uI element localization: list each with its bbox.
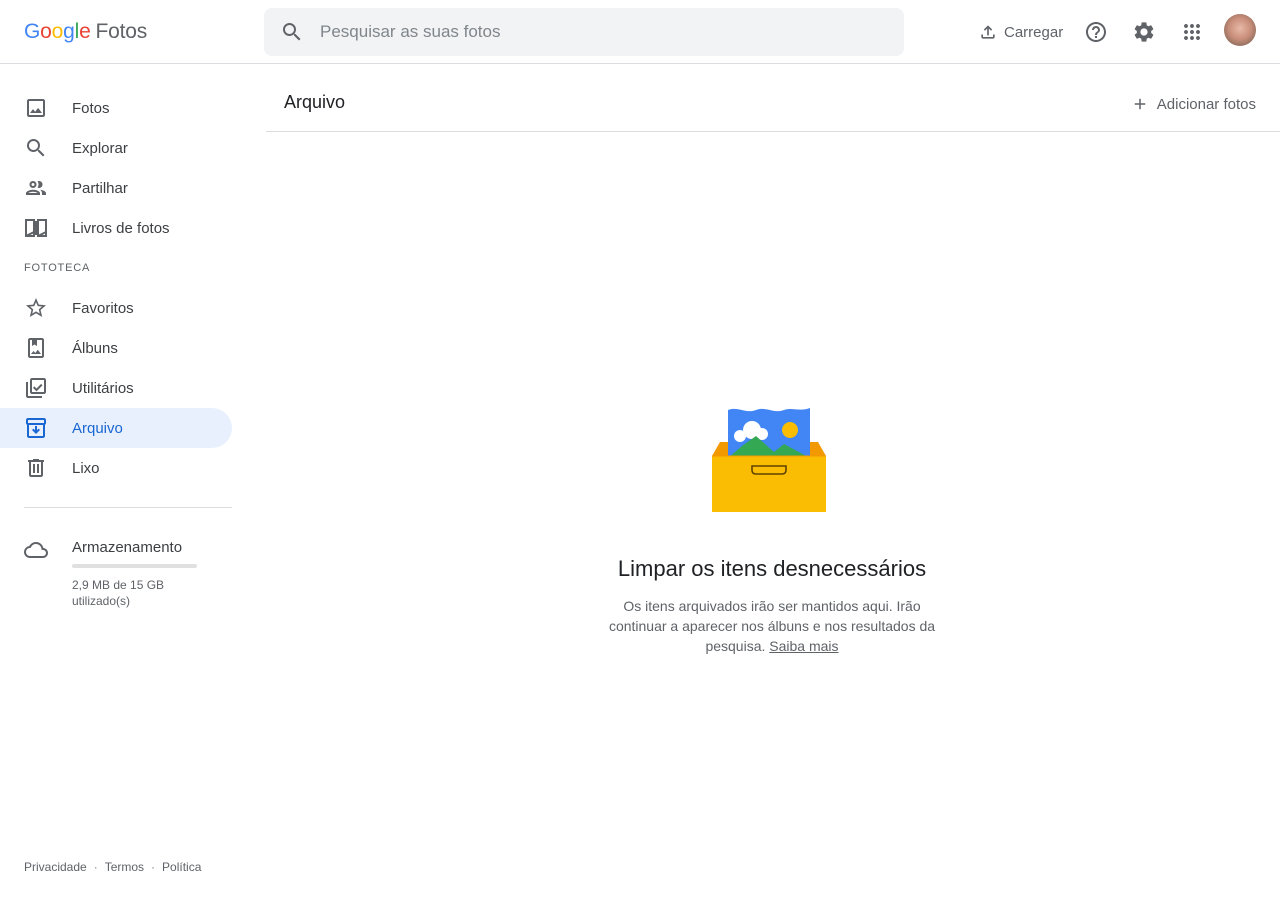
main-content: Arquivo Adicionar fotos Limpar os itens … xyxy=(256,64,1280,899)
book-icon xyxy=(24,216,48,240)
plus-icon xyxy=(1134,98,1146,110)
album-icon xyxy=(24,336,48,360)
settings-button[interactable] xyxy=(1124,12,1164,52)
search-input[interactable] xyxy=(320,8,880,56)
sidebar-item-label: Partilhar xyxy=(72,179,128,197)
page-title: Arquivo xyxy=(284,92,346,112)
archive-icon xyxy=(24,416,48,440)
sidebar-item-label: Lixo xyxy=(72,459,100,477)
footer-separator: · xyxy=(93,860,98,874)
logo-letter: e xyxy=(79,20,91,43)
empty-state-description: Os itens arquivados irão ser mantidos aq… xyxy=(594,596,950,656)
sidebar-item-albums[interactable]: Álbuns xyxy=(0,328,232,368)
sidebar-divider xyxy=(24,507,232,508)
help-icon xyxy=(1086,22,1106,42)
archive-box-illustration xyxy=(712,408,826,512)
storage-usage-text: 2,9 MB de 15 GB utilizado(s) xyxy=(72,578,165,608)
add-photos-button[interactable]: Adicionar fotos xyxy=(1123,88,1264,120)
sidebar-item-label: Álbuns xyxy=(72,339,118,357)
upload-icon xyxy=(981,25,995,39)
sidebar-item-archive[interactable]: Arquivo xyxy=(0,408,232,448)
search-icon xyxy=(24,136,48,160)
cloud-icon xyxy=(24,538,48,562)
account-avatar[interactable] xyxy=(1224,14,1256,46)
logo-letter: G xyxy=(24,20,41,43)
help-button[interactable] xyxy=(1076,12,1116,52)
sidebar-item-label: Explorar xyxy=(72,139,128,157)
star-icon xyxy=(24,296,48,320)
photo-icon xyxy=(24,96,48,120)
footer-separator: · xyxy=(151,860,156,874)
sidebar-item-label: Fotos xyxy=(72,99,110,117)
sidebar-item-sharing[interactable]: Partilhar xyxy=(0,168,232,208)
sidebar-item-explore[interactable]: Explorar xyxy=(0,128,232,168)
apps-grid-icon xyxy=(1184,24,1200,40)
top-app-bar: Google Fotos Carregar xyxy=(0,0,1280,64)
sidebar-footer: Privacidade · Termos · Política xyxy=(24,860,201,874)
google-photos-logo[interactable]: Google Fotos xyxy=(24,18,147,46)
sidebar-item-trash[interactable]: Lixo xyxy=(0,448,232,488)
logo-letter: o xyxy=(51,20,64,43)
sidebar-item-utilities[interactable]: Utilitários xyxy=(0,368,232,408)
upload-label: Carregar xyxy=(1004,23,1064,41)
gear-icon xyxy=(1134,22,1154,42)
privacy-link[interactable]: Privacidade xyxy=(24,860,87,874)
search-icon[interactable] xyxy=(264,8,320,56)
storage-item[interactable]: Armazenamento 2,9 MB de 15 GB utilizado(… xyxy=(0,530,232,620)
people-icon xyxy=(24,176,48,200)
search-bar xyxy=(264,8,904,56)
page-toolbar: Arquivo Adicionar fotos xyxy=(266,64,1280,132)
empty-state-title: Limpar os itens desnecessários xyxy=(617,556,927,581)
policy-link[interactable]: Política xyxy=(162,860,201,874)
terms-link[interactable]: Termos xyxy=(105,860,144,874)
sidebar-item-label: Arquivo xyxy=(72,419,123,437)
sidebar-item-photos[interactable]: Fotos xyxy=(0,88,232,128)
apps-button[interactable] xyxy=(1172,12,1212,52)
storage-title: Armazenamento xyxy=(72,539,183,556)
utilities-icon xyxy=(24,376,48,400)
sidebar-item-label: Utilitários xyxy=(72,379,134,397)
learn-more-link[interactable]: Saiba mais xyxy=(769,638,838,654)
sidebar-item-photo-books[interactable]: Livros de fotos xyxy=(0,208,232,248)
trash-icon xyxy=(24,456,48,480)
sidebar-item-label: Livros de fotos xyxy=(72,219,170,237)
upload-button[interactable]: Carregar xyxy=(970,14,1071,50)
logo-letter: g xyxy=(63,20,75,43)
sidebar: Fotos Explorar Partilhar Livros de fotos… xyxy=(0,64,256,899)
add-photos-label: Adicionar fotos xyxy=(1156,95,1256,113)
storage-progress-bar xyxy=(72,564,197,568)
sidebar-item-favorites[interactable]: Favoritos xyxy=(0,288,232,328)
logo-letter: o xyxy=(40,20,52,43)
sidebar-item-label: Favoritos xyxy=(72,299,134,317)
library-section-label: FOTOTECA xyxy=(24,262,91,274)
product-name: Fotos xyxy=(95,20,148,43)
